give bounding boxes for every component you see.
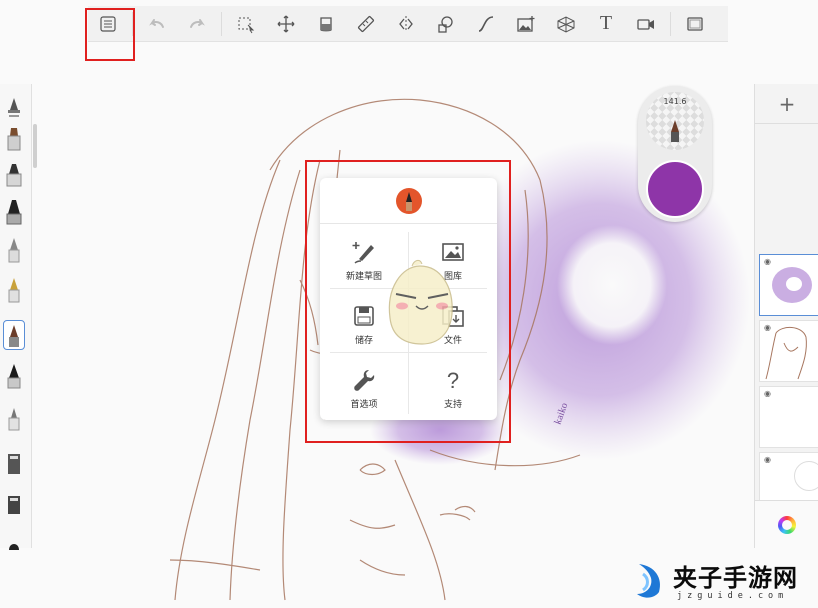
toolbar-divider [670,11,671,36]
watermark-url: jzguide.com [677,591,789,601]
toolbar-divider [221,11,222,36]
fill-button[interactable] [306,6,346,42]
shapes-icon [438,15,453,33]
record-button[interactable] [626,6,666,42]
brush-size-value: 141.6 [663,97,687,106]
selection-button[interactable] [226,6,266,42]
layer-empty[interactable]: ◉ [759,386,818,448]
brush-color-swatch[interactable] [646,160,704,218]
transform-icon [277,15,295,32]
menu-button-highlight [85,8,135,61]
brush-ink[interactable] [3,360,25,390]
ruler-icon [357,15,375,32]
eraser-icon [8,454,20,474]
technical-pen-icon [8,408,20,431]
symmetry-button[interactable] [386,6,426,42]
brush-pen[interactable] [3,234,25,264]
fill-icon [320,16,332,31]
record-icon [637,18,654,30]
brush-technical-pen[interactable] [3,402,25,432]
text-button[interactable]: T [586,6,626,42]
background-color-circle[interactable] [794,461,818,491]
fountain-pen-icon [8,278,20,303]
color-editor-button[interactable] [755,500,818,548]
brush-fountain-pen[interactable] [3,274,25,304]
brush-smudge[interactable] [3,524,25,554]
layer-sketch[interactable]: ◉ [759,320,818,382]
undo-icon [149,18,164,28]
brush-scrollbar[interactable] [33,124,37,168]
marker-icon [6,164,22,187]
brush-size-control[interactable]: 141.6 [646,92,704,150]
watermark-logo-icon [637,564,661,598]
import-image-icon [517,15,535,32]
pencil-icon [671,120,679,142]
brush-palette [0,84,32,550]
smudge-icon [9,544,19,550]
redo-button[interactable] [177,6,217,42]
ruler-button[interactable] [346,6,386,42]
sketchbook-app: kaiko T 141.6 + ◉ ◉ ◉ ◉ 新建草图 图库 储存 文件 首选… [0,0,818,608]
paintbrush-icon [7,128,21,151]
fullscreen-icon [687,16,703,31]
text-icon: T [599,12,613,34]
color-wheel-icon [778,515,796,534]
watermark-title: 夹子手游网 [673,564,798,592]
layer-panel: + ◉ ◉ ◉ ◉ [754,84,818,548]
top-toolbar: T [88,6,728,42]
transform-button[interactable] [266,6,306,42]
fullscreen-button[interactable] [675,6,715,42]
perspective-icon [557,15,575,33]
brush-pencil-selected[interactable] [3,320,25,350]
brush-puck[interactable]: 141.6 [638,86,712,222]
ink-brush-icon [7,364,21,389]
curve-icon [478,15,494,32]
popup-highlight-frame [305,160,511,443]
chisel-brush-icon [6,200,22,225]
eye-icon[interactable]: ◉ [764,389,771,398]
brush-marker[interactable] [3,158,25,188]
eye-icon[interactable]: ◉ [764,455,771,464]
perspective-button[interactable] [546,6,586,42]
shapes-button[interactable] [426,6,466,42]
add-layer-button[interactable]: + [755,84,818,124]
airbrush-icon [8,98,20,117]
brush-airbrush[interactable] [3,90,25,120]
layer-thumbnail [765,327,807,380]
watercolor-gap [557,225,667,345]
curve-button[interactable] [466,6,506,42]
layer-watercolor[interactable]: ◉ [759,254,818,316]
block-eraser-icon [8,496,20,514]
pen-icon [8,238,20,263]
undo-button[interactable] [137,6,177,42]
pencil-icon [9,325,19,347]
symmetry-icon [399,15,413,32]
site-watermark: 夹子手游网 jzguide.com [633,558,818,608]
import-image-button[interactable] [506,6,546,42]
brush-paintbrush[interactable] [3,122,25,152]
redo-icon [190,18,205,28]
brush-block-eraser[interactable] [3,486,25,516]
layer-thumbnail [772,267,812,303]
brush-eraser[interactable] [3,446,25,476]
brush-chisel[interactable] [3,196,25,226]
selection-icon [238,17,255,33]
